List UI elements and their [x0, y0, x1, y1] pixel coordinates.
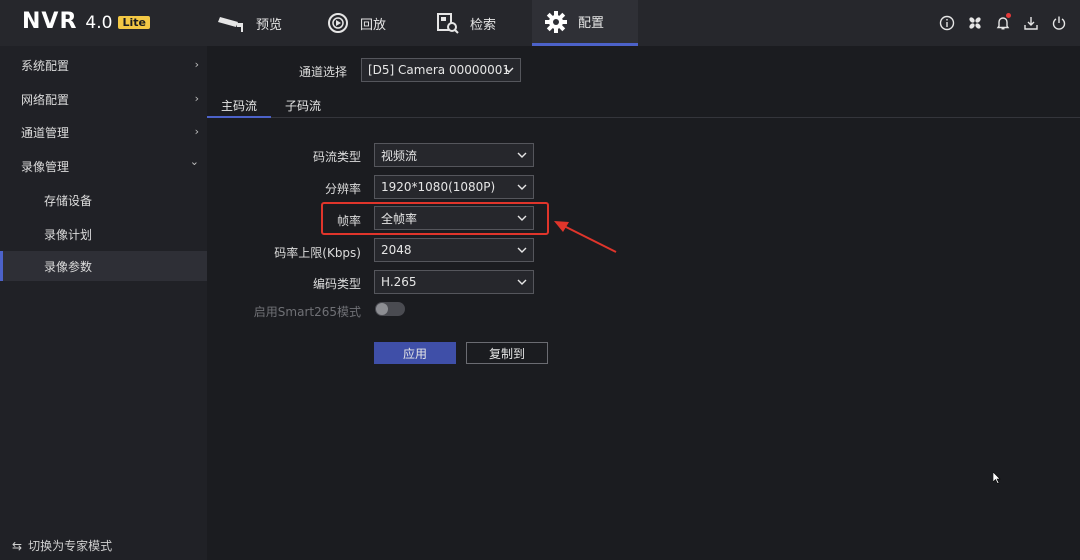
toggle-knob	[376, 303, 388, 315]
bitrate-select[interactable]: 2048	[374, 238, 534, 262]
sidebar-item-channel[interactable]: 通道管理 ›	[0, 115, 207, 149]
bitrate-label: 码率上限(Kbps)	[274, 246, 361, 260]
nav-playback[interactable]: 回放	[326, 0, 426, 46]
sidebar-item-label: 网络配置	[21, 92, 70, 107]
main-panel: 通道选择 [D5] Camera 00000001 主码流 子码流 码流类型 视…	[207, 46, 1080, 560]
smart265-toggle[interactable]	[375, 302, 405, 316]
chevron-right-icon: ›	[194, 92, 199, 105]
resolution-value: 1920*1080(1080P)	[381, 180, 496, 194]
mouse-cursor-icon	[993, 472, 1001, 484]
info-icon[interactable]	[936, 12, 958, 34]
resolution-label: 分辨率	[324, 182, 361, 196]
codec-value: H.265	[381, 275, 417, 289]
expert-mode-label: 切换为专家模式	[28, 539, 113, 553]
chevron-down-icon	[517, 279, 527, 285]
chevron-right-icon: ›	[194, 125, 199, 138]
nav-config[interactable]: 配置	[532, 0, 638, 46]
channel-value: [D5] Camera 00000001	[368, 63, 511, 77]
sidebar-item-recording[interactable]: 录像管理 ⌄	[0, 149, 207, 183]
nav-preview-label: 预览	[256, 17, 283, 33]
chevron-right-icon: ›	[194, 58, 199, 71]
apply-button[interactable]: 应用	[374, 342, 456, 364]
logo-text: NVR	[22, 9, 78, 34]
chevron-down-icon: ⌄	[189, 155, 199, 168]
sidebar-item-network[interactable]: 网络配置 ›	[0, 82, 207, 116]
sidebar-item-label: 录像计划	[44, 227, 93, 242]
switch-icon: ⇆	[12, 538, 23, 553]
channel-label: 通道选择	[298, 65, 347, 79]
highlight-box	[321, 202, 549, 235]
bell-icon[interactable]	[992, 12, 1014, 34]
resolution-select[interactable]: 1920*1080(1080P)	[374, 175, 534, 199]
playback-icon	[328, 13, 348, 33]
stream-type-label: 码流类型	[312, 150, 361, 164]
bitrate-value: 2048	[381, 243, 412, 257]
nav-preview[interactable]: 预览	[218, 0, 318, 46]
sidebar-item-label: 通道管理	[21, 125, 70, 140]
annotation-arrow-icon	[554, 221, 617, 253]
sidebar-item-label: 系统配置	[21, 58, 70, 73]
copy-to-button[interactable]: 复制到	[466, 342, 548, 364]
sidebar-item-system[interactable]: 系统配置 ›	[0, 48, 207, 82]
tab-sub-stream[interactable]: 子码流	[271, 96, 335, 118]
codec-select[interactable]: H.265	[374, 270, 534, 294]
top-icons	[930, 12, 1070, 34]
logo-version: 4.0	[85, 13, 113, 33]
stream-tabs: 主码流 子码流	[207, 96, 1080, 118]
channel-select[interactable]: [D5] Camera 00000001	[361, 58, 521, 82]
download-icon[interactable]	[1020, 12, 1042, 34]
search-file-icon	[437, 13, 459, 34]
chevron-down-icon	[517, 247, 527, 253]
sidebar-item-record-params[interactable]: 录像参数	[0, 251, 207, 281]
sidebar-item-label: 录像管理	[21, 159, 70, 174]
gear-icon	[545, 10, 567, 33]
camera-icon	[218, 17, 243, 32]
nav-config-label: 配置	[578, 16, 605, 31]
chevron-down-icon	[517, 152, 527, 158]
smart265-label: 启用Smart265模式	[253, 305, 361, 319]
nav-search-label: 检索	[470, 17, 497, 33]
tab-main-stream[interactable]: 主码流	[207, 96, 272, 118]
sidebar-item-label: 录像参数	[44, 259, 93, 274]
sidebar-item-label: 存储设备	[44, 193, 93, 208]
chevron-down-icon	[517, 184, 527, 190]
fan-icon[interactable]	[964, 12, 986, 34]
edition-badge: Lite	[118, 16, 150, 29]
sidebar-item-storage[interactable]: 存储设备	[0, 183, 207, 217]
app-logo: NVR 4.0 Lite	[22, 9, 150, 34]
sidebar-item-schedule[interactable]: 录像计划	[0, 217, 207, 251]
nav-playback-label: 回放	[360, 17, 387, 33]
stream-type-select[interactable]: 视频流	[374, 143, 534, 167]
chevron-down-icon	[504, 67, 514, 73]
expert-mode-toggle[interactable]: ⇆ 切换为专家模式	[12, 537, 112, 554]
codec-label: 编码类型	[312, 277, 361, 291]
nav-search[interactable]: 检索	[436, 0, 536, 46]
power-icon[interactable]	[1048, 12, 1070, 34]
notification-dot	[1006, 13, 1011, 18]
stream-type-value: 视频流	[381, 148, 418, 163]
top-bar: NVR 4.0 Lite 预览 回放 检索 配置	[0, 0, 1080, 46]
sidebar: 系统配置 › 网络配置 › 通道管理 › 录像管理 ⌄ 存储设备 录像计划 录像…	[0, 46, 207, 560]
